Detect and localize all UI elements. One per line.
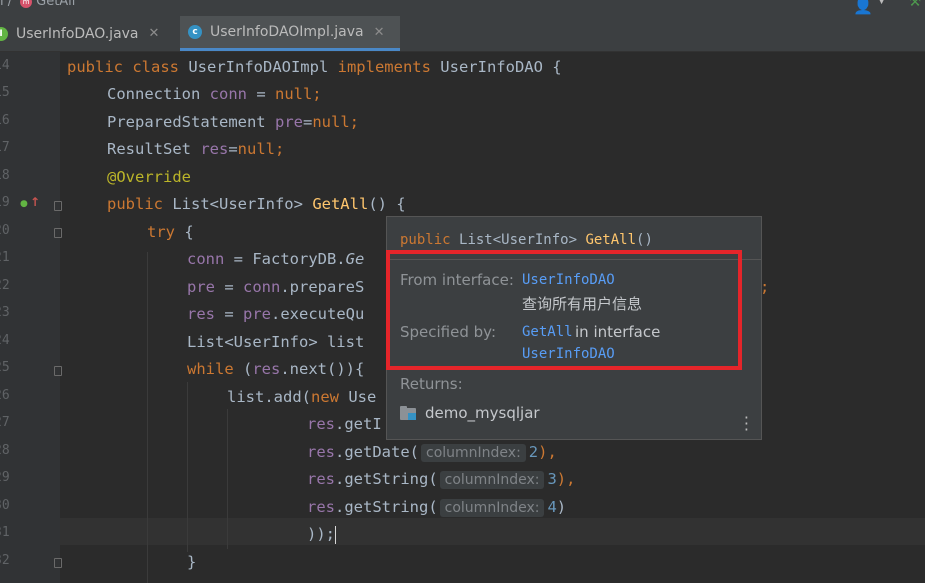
specified-by-text: in interface [575,323,661,341]
method-signature: public List<UserInfo> GetAll() [400,232,653,248]
line-number: 26 [0,388,10,403]
module-folder-icon [400,406,416,420]
editor-tab-bar: I UserInfoDAO.java ✕ c UserInfoDAOImpl.j… [0,16,925,52]
implementing-method-icon[interactable]: ● [20,199,28,209]
fold-marker-icon[interactable] [54,201,62,211]
code-line-14: public class UserInfoDAOImpl implements … [67,58,562,76]
line-number: 27 [0,415,10,430]
line-number: 21 [0,250,10,265]
line-number: 16 [0,113,10,128]
navigation-bar: ı / m GetAll 👤 ▼ ⚒ [0,0,925,16]
close-icon[interactable]: ✕ [149,26,160,41]
fold-marker-icon[interactable] [54,558,62,568]
parameter-hint: columnIndex: [439,499,545,517]
module-name: demo_mysqljar [425,404,540,422]
code-line-15: Connection conn = null; [107,85,322,103]
divider [387,259,761,260]
from-interface-link[interactable]: UserInfoDAO [522,272,615,288]
line-number: 24 [0,333,10,348]
code-line-16: PreparedStatement pre=null; [107,113,359,131]
code-line-22: pre = conn.prepareS [187,278,365,296]
close-icon[interactable]: ✕ [374,25,385,40]
chevron-down-icon[interactable]: ▼ [878,0,885,6]
line-number: 23 [0,305,10,320]
tab-label: UserInfoDAO.java [16,25,139,42]
line-number: 28 [0,443,10,458]
tab-userinfodaoimpl[interactable]: c UserInfoDAOImpl.java ✕ [180,16,400,51]
code-line-19: public List<UserInfo> GetAll() { [107,195,406,213]
method-icon: m [20,0,33,8]
breadcrumb-prefix: ı / [0,0,13,9]
interface-file-icon: I [0,26,8,41]
code-line-25: while (res.next()){ [187,360,365,378]
text-caret [335,525,336,544]
arrow-up-icon[interactable]: ↑ [30,195,40,209]
code-line-26: list.add(new Use [227,388,377,406]
fold-marker-icon[interactable] [54,366,62,376]
code-line-32: } [187,553,197,571]
code-line-17: ResultSet res=null; [107,140,285,158]
line-number: 18 [0,168,10,183]
tab-userinfodao[interactable]: I UserInfoDAO.java ✕ [0,16,176,51]
line-number: 22 [0,278,10,293]
code-line-31: )); [307,525,336,544]
line-number: 20 [0,223,10,238]
more-vertical-icon[interactable]: · · · [744,410,749,438]
fold-marker-icon[interactable] [54,228,62,238]
line-number: 30 [0,498,10,513]
line-number: 15 [0,85,10,100]
indent-guide [147,252,148,583]
code-line-27: res.getI [307,415,382,433]
returns-label: Returns: [400,375,463,393]
specified-by-method-link[interactable]: GetAll [522,324,573,340]
method-description: 查询所有用户信息 [522,295,643,313]
from-interface-label: From interface: [400,271,514,289]
line-number: 19 [0,195,10,210]
breadcrumb[interactable]: ı / m GetAll [0,0,75,9]
specified-by-interface-link[interactable]: UserInfoDAO [522,346,615,362]
code-line-28: res.getDate(columnIndex: 2), [307,443,557,462]
code-line-20: try { [147,223,194,241]
line-number: 14 [0,58,10,73]
indent-guide [187,382,188,552]
parameter-hint: columnIndex: [439,471,545,489]
code-line-21: conn = FactoryDB.Ge [187,250,365,268]
class-file-icon: c [188,25,202,39]
line-number: 32 [0,553,10,568]
line-number: 17 [0,140,10,155]
tab-label: UserInfoDAOImpl.java [210,24,364,40]
line-number: 29 [0,470,10,485]
user-icon[interactable]: 👤 [853,0,873,15]
line-number: 25 [0,360,10,375]
code-line-30: res.getString(columnIndex: 4) [307,498,567,517]
code-line-24: List<UserInfo> list [187,333,365,351]
specified-by-label: Specified by: [400,323,497,341]
code-line-23: res = pre.executeQu [187,305,365,323]
parameter-hint: columnIndex: [421,444,526,462]
code-line-18: @Override [107,168,191,186]
current-line-highlight [60,518,925,545]
indent-guide [227,409,228,549]
quick-documentation-popup[interactable]: public List<UserInfo> GetAll() From inte… [386,216,762,440]
line-number: 31 [0,525,10,540]
gutter[interactable]: 14 15 16 17 18 19 20 21 22 23 24 25 26 2… [0,52,62,583]
code-line-29: res.getString(columnIndex: 3), [307,470,576,489]
build-icon[interactable]: ⚒ [908,0,921,10]
breadcrumb-method[interactable]: GetAll [36,0,75,9]
